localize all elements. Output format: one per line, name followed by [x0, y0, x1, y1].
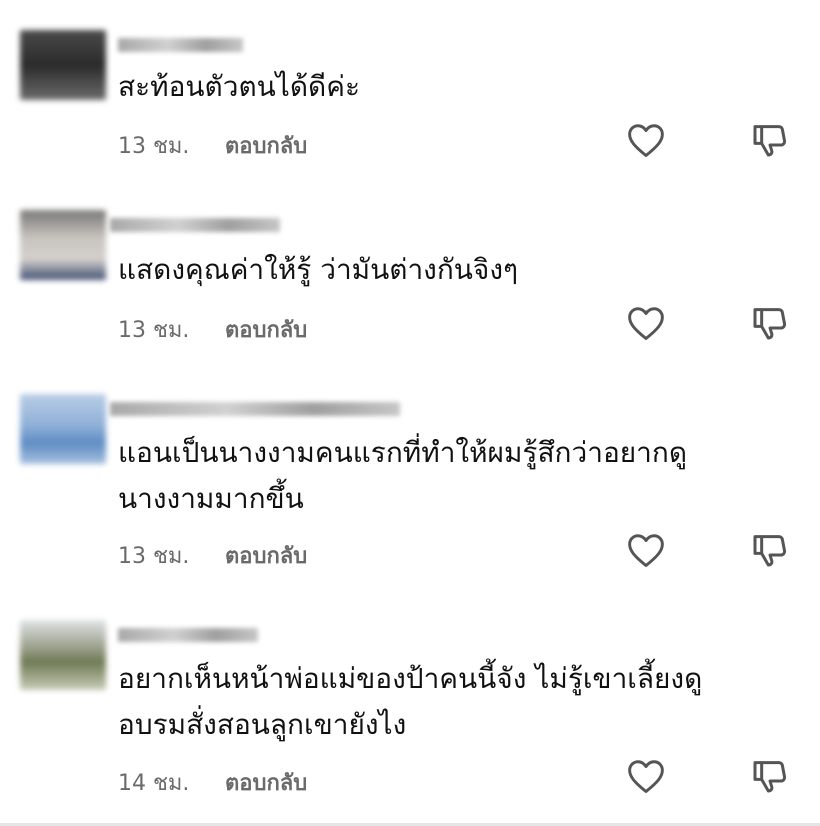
comment-text: แอนเป็นนางงามคนแรกที่ทำให้ผมรู้สึกว่าอยา…	[118, 430, 687, 522]
reply-button[interactable]: ตอบกลับ	[225, 318, 307, 343]
comment-meta: 13 ชม. ตอบกลับ	[118, 312, 307, 347]
comment-time: 14 ชม.	[118, 771, 190, 796]
heart-icon[interactable]	[626, 122, 666, 158]
comment-text: อยากเห็นหน้าพ่อแม่ของป้าคนนี้จัง ไม่รู้เ…	[118, 656, 702, 748]
comment-text-line: แอนเป็นนางงามคนแรกที่ทำให้ผมรู้สึกว่าอยา…	[118, 436, 688, 469]
username-blurred[interactable]	[118, 38, 243, 52]
reply-button[interactable]: ตอบกลับ	[225, 771, 307, 796]
avatar[interactable]	[20, 30, 106, 100]
comment-meta: 13 ชม. ตอบกลับ	[118, 128, 307, 163]
heart-icon[interactable]	[626, 532, 666, 568]
comment-text: แสดงคุณค่าให้รู้ ว่ามันต่างกันจิงๆ	[118, 247, 518, 293]
comment-text: สะท้อนตัวตนได้ดีค่ะ	[118, 64, 360, 110]
avatar[interactable]	[20, 620, 106, 690]
thumbs-down-icon[interactable]	[750, 120, 790, 160]
comment-text-line: อยากเห็นหน้าพ่อแม่ของป้าคนนี้จัง ไม่รู้เ…	[118, 662, 703, 695]
comment-text-line: แสดงคุณค่าให้รู้ ว่ามันต่างกันจิงๆ	[118, 253, 519, 286]
reply-button[interactable]: ตอบกลับ	[225, 134, 307, 159]
comment-meta: 14 ชม. ตอบกลับ	[118, 765, 307, 800]
reply-button[interactable]: ตอบกลับ	[225, 544, 307, 569]
thumbs-down-icon[interactable]	[750, 303, 790, 343]
comment-time: 13 ชม.	[118, 544, 190, 569]
comment-time: 13 ชม.	[118, 318, 190, 343]
avatar[interactable]	[20, 394, 106, 464]
username-blurred[interactable]	[118, 628, 258, 642]
heart-icon[interactable]	[626, 305, 666, 341]
username-blurred[interactable]	[110, 402, 400, 416]
avatar[interactable]	[20, 210, 106, 280]
comment-text-line: สะท้อนตัวตนได้ดีค่ะ	[118, 70, 360, 103]
comment-text-line: อบรมสั่งสอนลูกเขายังไง	[118, 708, 407, 741]
username-blurred[interactable]	[110, 218, 280, 232]
thumbs-down-icon[interactable]	[750, 530, 790, 570]
comment-text-line: นางงามมากขึ้น	[118, 482, 304, 515]
heart-icon[interactable]	[626, 758, 666, 794]
comment-time: 13 ชม.	[118, 134, 190, 159]
comment-meta: 13 ชม. ตอบกลับ	[118, 538, 307, 573]
thumbs-down-icon[interactable]	[750, 756, 790, 796]
